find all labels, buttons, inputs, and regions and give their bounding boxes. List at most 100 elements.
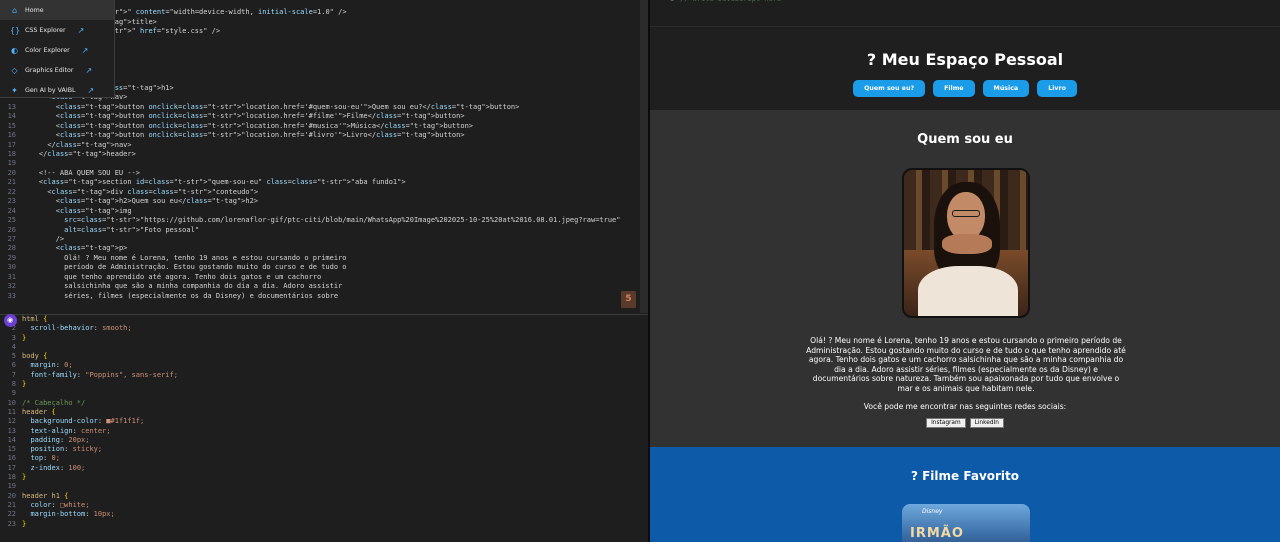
line-number: 24: [7, 206, 16, 215]
code-line[interactable]: 10 /* Cabeçalho */: [0, 399, 648, 408]
code-text: séries, filmes (especialmente os da Disn…: [22, 291, 339, 300]
html5-icon: 5: [621, 291, 636, 308]
code-line[interactable]: 4: [0, 343, 648, 352]
css-editor[interactable]: 1html {2 scroll-behavior: smooth;3}45bod…: [0, 314, 648, 542]
code-line[interactable]: 11 header {: [0, 408, 648, 417]
menu-item-label: CSS Explorer: [25, 26, 66, 34]
code-text: html {: [22, 315, 48, 323]
code-line[interactable]: 31 que tenho aprendido até agora. Tenho …: [0, 273, 648, 282]
line-number: 19: [7, 159, 16, 168]
code-line[interactable]: 2 scroll-behavior: smooth;: [0, 324, 648, 333]
nav-button-filme[interactable]: Filme: [933, 80, 975, 97]
profile-photo: [902, 168, 1030, 318]
code-text: body {: [22, 352, 48, 361]
line-number: 28: [7, 244, 16, 253]
bio-paragraph: Olá! ? Meu nome é Lorena, tenho 19 anos …: [806, 336, 1126, 393]
app-menu: ⌂ Home {} CSS Explorer ↗ ◐ Color Explorer ↗ ◇…: [0, 0, 115, 98]
line-number: 16: [7, 454, 16, 463]
code-line[interactable]: 13 text-align: center;: [0, 427, 648, 436]
code-line[interactable]: 18}: [0, 473, 648, 482]
code-line[interactable]: 16 <class="t-tag">button onclick=class="…: [0, 131, 648, 140]
menu-item-color-explorer[interactable]: ◐ Color Explorer ↗: [0, 40, 114, 60]
nav-button-quem-sou-eu[interactable]: Quem sou eu?: [853, 80, 926, 97]
menu-item-gen-ai[interactable]: ✦ Gen AI by VAIBL ↗: [0, 80, 114, 100]
code-line[interactable]: 3}: [0, 334, 648, 343]
menu-item-graphics-editor[interactable]: ◇ Graphics Editor ↗: [0, 60, 114, 80]
code-line[interactable]: 21 color: □white;: [0, 501, 648, 510]
code-line[interactable]: 6 margin: 0;: [0, 361, 648, 370]
code-text: scroll-behavior: smooth;: [30, 324, 132, 333]
nav-button-musica[interactable]: Música: [982, 80, 1030, 97]
code-line[interactable]: 20 <!-- ABA QUEM SOU EU -->: [0, 169, 648, 178]
line-number: 31: [7, 272, 16, 281]
linkedin-button[interactable]: LinkedIn: [969, 418, 1004, 428]
code-text: }: [22, 473, 27, 482]
code-line[interactable]: 19: [0, 482, 648, 491]
preview-nav: Quem sou eu? Filme Música Livro: [650, 80, 1280, 97]
code-text: header {: [22, 407, 56, 416]
line-number: 1: [658, 0, 680, 4]
code-line[interactable]: 17 z-index: 100;: [0, 464, 648, 473]
code-line[interactable]: 30 período de Administração. Estou gosta…: [0, 263, 648, 272]
code-line[interactable]: 8}: [0, 380, 648, 389]
poster-title: IRMÃO: [910, 526, 964, 541]
code-line[interactable]: 18 </class="t-tag">header>: [0, 150, 648, 159]
code-line[interactable]: 22 <class="t-tag">div class=class="t-str…: [0, 188, 648, 197]
line-number: 11: [7, 407, 16, 416]
line-number: 17: [7, 140, 16, 149]
menu-item-css-explorer[interactable]: {} CSS Explorer ↗: [0, 20, 114, 40]
line-number: 15: [7, 445, 16, 454]
code-line[interactable]: 26 alt=class="t-str">"Foto pessoal": [0, 226, 648, 235]
section-heading: ? Filme Favorito: [910, 469, 1020, 483]
code-line[interactable]: 23}: [0, 520, 648, 529]
code-line[interactable]: 23 <class="t-tag">h2>Quem sou eu</class=…: [0, 197, 648, 206]
code-line[interactable]: 1// Write JavaScript here: [658, 0, 1280, 4]
code-line[interactable]: 29 Olá! ? Meu nome é Lorena, tenho 19 an…: [0, 254, 648, 263]
code-line[interactable]: 15 position: sticky;: [0, 445, 648, 454]
code-line[interactable]: 19: [0, 159, 648, 168]
code-text: <class="t-tag">button onclick=class="t-s…: [22, 102, 520, 111]
line-number: 21: [7, 500, 16, 509]
code-line[interactable]: 21 <class="t-tag">section id=class="t-st…: [0, 178, 648, 187]
section-quem-sou-eu: Quem sou eu Olá! ? Meu nome é Lorena, te…: [650, 110, 1280, 447]
line-number: 9: [11, 389, 16, 398]
code-text: header h1 {: [22, 491, 69, 500]
code-line[interactable]: 13 <class="t-tag">button onclick=class="…: [0, 103, 648, 112]
code-text: text-align: center;: [30, 426, 111, 435]
js-editor[interactable]: 1// Write JavaScript here: [650, 0, 1280, 27]
menu-item-home[interactable]: ⌂ Home: [0, 0, 114, 20]
code-line[interactable]: 14 padding: 20px;: [0, 436, 648, 445]
code-line[interactable]: 20 header h1 {: [0, 492, 648, 501]
code-line[interactable]: 5 body {: [0, 352, 648, 361]
code-line[interactable]: 14 <class="t-tag">button onclick=class="…: [0, 112, 648, 121]
code-line[interactable]: 12 background-color: ■#1f1f1f;: [0, 417, 648, 426]
code-text: <class="t-tag">section id=class="t-str">…: [22, 178, 406, 187]
preview-pane[interactable]: ? Meu Espaço Pessoal Quem sou eu? Filme …: [650, 28, 1280, 542]
code-line[interactable]: 33 séries, filmes (especialmente os da D…: [0, 292, 648, 301]
menu-item-label: Color Explorer: [25, 46, 70, 54]
code-text: background-color: ■#1f1f1f;: [30, 417, 145, 426]
nav-button-livro[interactable]: Livro: [1037, 80, 1077, 97]
instagram-button[interactable]: Instagram: [926, 418, 966, 428]
code-text: /* Cabeçalho */: [22, 398, 86, 407]
code-line[interactable]: 16 top: 0;: [0, 454, 648, 463]
js-code-lines[interactable]: 1// Write JavaScript here: [658, 0, 1280, 4]
line-number: 26: [7, 225, 16, 234]
code-text: src=class="t-str">"https://github.com/lo…: [64, 216, 621, 225]
code-line[interactable]: 25 src=class="t-str">"https://github.com…: [0, 216, 648, 225]
section-filme: ? Filme Favorito Disney IRMÃO: [650, 447, 1280, 542]
code-line[interactable]: 7 font-family: "Poppins", sans-serif;: [0, 371, 648, 380]
code-line[interactable]: 24 <class="t-tag">img: [0, 207, 648, 216]
code-line[interactable]: 9: [0, 389, 648, 398]
code-line[interactable]: 32 salsichinha que são a minha companhia…: [0, 282, 648, 291]
code-line[interactable]: 22 margin-bottom: 10px;: [0, 510, 648, 519]
code-text: z-index: 100;: [30, 463, 86, 472]
code-line[interactable]: 28 <class="t-tag">p>: [0, 244, 648, 253]
code-line[interactable]: 27 />: [0, 235, 648, 244]
code-text: salsichinha que são a minha companhia do…: [22, 282, 343, 291]
css-code-lines[interactable]: 1html {2 scroll-behavior: smooth;3}45bod…: [0, 315, 648, 529]
html-editor-scrollbar[interactable]: [640, 0, 648, 313]
code-line[interactable]: 1html {: [0, 315, 648, 324]
code-line[interactable]: 17 </class="t-tag">nav>: [0, 141, 648, 150]
code-line[interactable]: 15 <class="t-tag">button onclick=class="…: [0, 122, 648, 131]
